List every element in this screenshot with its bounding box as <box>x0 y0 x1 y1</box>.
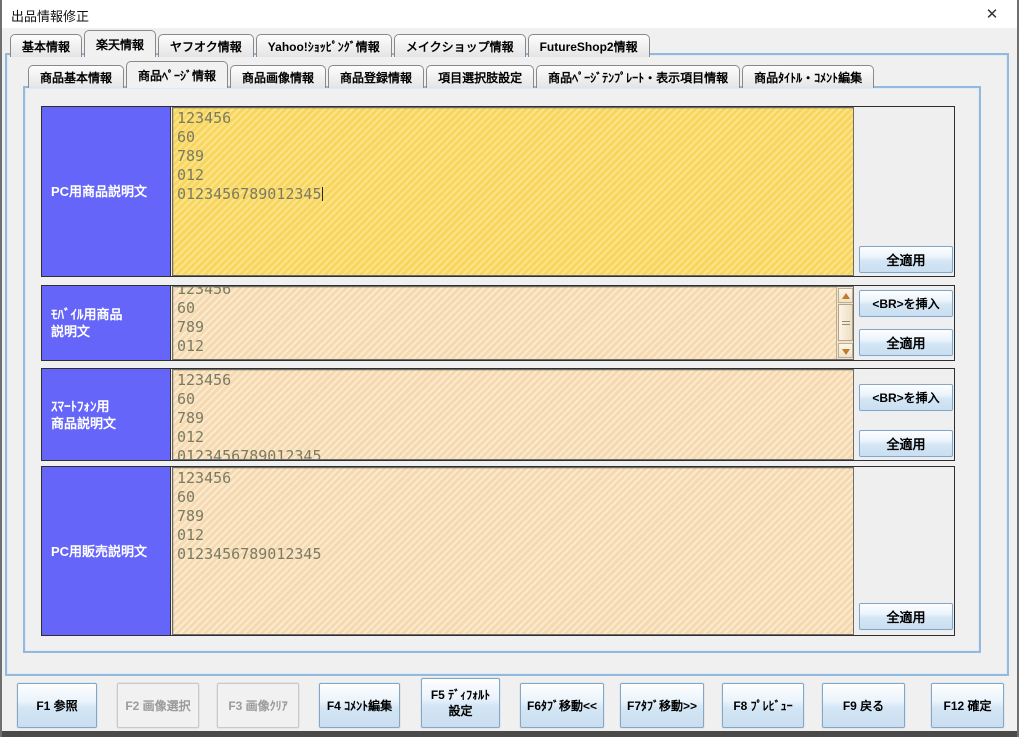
thumb-grip-icon <box>842 321 850 325</box>
pc-product-description-label: PC用商品説明文 <box>42 107 171 276</box>
smartphone-product-description-text: 123456 60 789 012 0123456789012345 <box>177 371 322 460</box>
scroll-down-button[interactable] <box>838 343 853 358</box>
subtab-item-choice-settings[interactable]: 項目選択肢設定 <box>426 65 535 88</box>
subtab-product-basic-info[interactable]: 商品基本情報 <box>28 65 125 88</box>
dialog-listing-info-edit: 出品情報修正 ✕ 基本情報 楽天情報 ヤフオク情報 Yahoo!ｼｮｯﾋﾟﾝｸﾞ… <box>0 0 1019 737</box>
apply-all-button[interactable]: 全適用 <box>859 430 953 457</box>
f2-image-select-button: F2 画像選択 <box>117 683 199 728</box>
section-mobile-product-description: ﾓﾊﾞｲﾙ用商品 説明文 123456 60 789 012 012345678… <box>41 285 955 361</box>
f4-comment-edit-button[interactable]: F4 ｺﾒﾝﾄ編集 <box>319 683 400 728</box>
window-bottom-border <box>2 731 1017 737</box>
mobile-product-description-text: 123456 60 789 012 0123456789012345 <box>177 286 322 359</box>
title-bar: 出品情報修正 ✕ <box>2 0 1017 28</box>
f9-back-button[interactable]: F9 戻る <box>822 683 905 728</box>
mobile-product-description-textarea[interactable]: 123456 60 789 012 0123456789012345 <box>172 286 854 360</box>
f8-preview-button[interactable]: F8 ﾌﾟﾚﾋﾞｭｰ <box>722 683 804 728</box>
apply-all-button[interactable]: 全適用 <box>859 329 953 356</box>
scroll-up-button[interactable] <box>838 288 853 303</box>
scroll-thumb[interactable] <box>838 304 853 341</box>
pc-sales-description-textarea[interactable]: 123456 60 789 012 0123456789012345 <box>172 467 854 635</box>
section-smartphone-product-description: ｽﾏｰﾄﾌｫﾝ用 商品説明文 123456 60 789 012 0123456… <box>41 368 955 461</box>
subtab-product-title-comment-edit[interactable]: 商品ﾀｲﾄﾙ・ｺﾒﾝﾄ編集 <box>742 65 875 88</box>
f3-image-clear-button: F3 画像ｸﾘｱ <box>217 683 299 728</box>
subtab-product-image-info[interactable]: 商品画像情報 <box>230 65 327 88</box>
insert-br-button[interactable]: <BR>を挿入 <box>859 290 953 317</box>
insert-br-button[interactable]: <BR>を挿入 <box>859 384 953 411</box>
pc-sales-description-text: 123456 60 789 012 0123456789012345 <box>177 469 322 563</box>
window-title: 出品情報修正 <box>11 9 90 24</box>
vertical-scrollbar[interactable] <box>836 287 853 359</box>
pc-product-description-textarea[interactable]: 123456 60 789 012 0123456789012345 <box>172 107 854 276</box>
subtab-product-registration-info[interactable]: 商品登録情報 <box>328 65 425 88</box>
f7-tab-move-forward-button[interactable]: F7ﾀﾌﾞ移動>> <box>620 683 704 728</box>
mobile-product-description-buttons: <BR>を挿入 全適用 <box>855 286 954 360</box>
subtab-product-page-template-display-items[interactable]: 商品ﾍﾟｰｼﾞﾃﾝﾌﾟﾚｰﾄ・表示項目情報 <box>536 65 741 88</box>
marketplace-tabs: 基本情報 楽天情報 ヤフオク情報 Yahoo!ｼｮｯﾋﾟﾝｸﾞ情報 メイクショッ… <box>10 30 650 57</box>
arrow-down-icon <box>842 349 850 355</box>
smartphone-product-description-label: ｽﾏｰﾄﾌｫﾝ用 商品説明文 <box>42 369 171 460</box>
pc-product-description-buttons: 全適用 <box>855 107 954 276</box>
tab-rakuten-info[interactable]: 楽天情報 <box>84 30 157 57</box>
f5-default-settings-button[interactable]: F5 ﾃﾞｨﾌｫﾙﾄ 設定 <box>421 678 500 728</box>
f12-confirm-button[interactable]: F12 確定 <box>931 683 1004 728</box>
pc-product-description-text: 123456 60 789 012 0123456789012345 <box>177 109 322 203</box>
rakuten-subtabs: 商品基本情報 商品ﾍﾟｰｼﾞ情報 商品画像情報 商品登録情報 項目選択肢設定 商… <box>28 61 875 88</box>
text-cursor <box>321 187 323 201</box>
smartphone-product-description-textarea[interactable]: 123456 60 789 012 0123456789012345 <box>172 369 854 460</box>
section-pc-sales-description: PC用販売説明文 123456 60 789 012 0123456789012… <box>41 466 955 636</box>
tab-yahoo-auction-info[interactable]: ヤフオク情報 <box>158 34 254 57</box>
apply-all-button[interactable]: 全適用 <box>859 246 953 273</box>
section-pc-product-description: PC用商品説明文 123456 60 789 012 0123456789012… <box>41 106 955 277</box>
close-icon[interactable]: ✕ <box>981 5 1003 25</box>
pc-sales-description-label: PC用販売説明文 <box>42 467 171 635</box>
subtab-product-page-info[interactable]: 商品ﾍﾟｰｼﾞ情報 <box>126 61 229 88</box>
f1-browse-button[interactable]: F1 参照 <box>17 683 97 728</box>
arrow-up-icon <box>842 293 850 299</box>
tab-makeshop-info[interactable]: メイクショップ情報 <box>393 34 526 57</box>
pc-sales-description-buttons: 全適用 <box>855 467 954 635</box>
f6-tab-move-back-button[interactable]: F6ﾀﾌﾞ移動<< <box>520 683 604 728</box>
apply-all-button[interactable]: 全適用 <box>859 603 953 630</box>
mobile-product-description-label: ﾓﾊﾞｲﾙ用商品 説明文 <box>42 286 171 360</box>
tab-yahoo-shopping-info[interactable]: Yahoo!ｼｮｯﾋﾟﾝｸﾞ情報 <box>255 34 392 57</box>
smartphone-product-description-buttons: <BR>を挿入 全適用 <box>855 369 954 460</box>
tab-basic-info[interactable]: 基本情報 <box>10 34 83 57</box>
tab-futureshop2-info[interactable]: FutureShop2情報 <box>527 34 650 57</box>
